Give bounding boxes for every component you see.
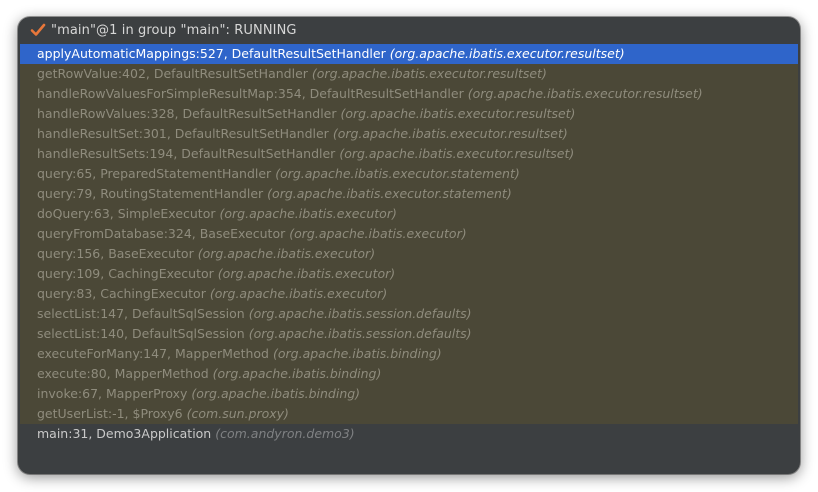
checkmark-icon xyxy=(29,21,47,39)
stack-frame[interactable]: query:79, RoutingStatementHandler (org.ap… xyxy=(20,184,798,204)
frame-method: query:83, CachingExecutor xyxy=(37,286,206,301)
stack-frame[interactable]: query:109, CachingExecutor (org.apache.ib… xyxy=(20,264,798,284)
frame-package: (com.sun.proxy) xyxy=(186,406,289,421)
frame-package: (org.apache.ibatis.executor) xyxy=(197,246,376,261)
stack-frame[interactable]: getRowValue:402, DefaultResultSetHandler… xyxy=(20,64,798,84)
frame-method: handleRowValuesForSimpleResultMap:354, D… xyxy=(37,86,464,101)
stack-frame[interactable]: selectList:140, DefaultSqlSession (org.ap… xyxy=(20,324,798,344)
frame-package: (org.apache.ibatis.executor) xyxy=(219,206,397,221)
frame-method: query:109, CachingExecutor xyxy=(37,266,214,281)
frame-method: invoke:67, MapperProxy xyxy=(37,386,188,401)
frame-package: (org.apache.ibatis.executor.statement) xyxy=(267,186,512,201)
stack-frame-selected[interactable]: applyAutomaticMappings:527, DefaultResul… xyxy=(20,44,798,64)
stack-frame[interactable]: query:156, BaseExecutor (org.apache.ibati… xyxy=(20,244,798,264)
frame-package: (org.apache.ibatis.session.defaults) xyxy=(248,306,472,321)
frame-package: (org.apache.ibatis.binding) xyxy=(273,346,442,361)
frame-method: query:156, BaseExecutor xyxy=(37,246,194,261)
stack-frame[interactable]: handleRowValuesForSimpleResultMap:354, D… xyxy=(20,84,798,104)
stack-frame[interactable]: handleResultSets:194, DefaultResultSetHa… xyxy=(20,144,798,164)
stack-frame[interactable]: executeForMany:147, MapperMethod (org.apa… xyxy=(20,344,798,364)
frame-package: (org.apache.ibatis.executor) xyxy=(209,286,388,301)
stack-frame[interactable]: queryFromDatabase:324, BaseExecutor (org.… xyxy=(20,224,798,244)
frame-method: handleResultSet:301, DefaultResultSetHan… xyxy=(37,126,329,141)
frame-method: main:31, Demo3Application xyxy=(37,426,212,441)
frame-method: applyAutomaticMappings:527, DefaultResul… xyxy=(37,46,386,61)
frame-method: query:79, RoutingStatementHandler xyxy=(37,186,264,201)
frame-method: query:65, PreparedStatementHandler xyxy=(37,166,272,181)
stack-frame[interactable]: query:65, PreparedStatementHandler (org.a… xyxy=(20,164,798,184)
frame-package: (org.apache.ibatis.session.defaults) xyxy=(248,326,472,341)
frame-package: (org.apache.ibatis.executor.resultset) xyxy=(339,146,575,161)
frame-package: (org.apache.ibatis.executor.resultset) xyxy=(467,86,703,101)
stack-frame[interactable]: main:31, Demo3Application (com.andyron.de… xyxy=(20,424,798,444)
stack-frame-list: applyAutomaticMappings:527, DefaultResul… xyxy=(20,44,798,444)
frame-package: (org.apache.ibatis.executor.resultset) xyxy=(311,66,547,81)
frame-method: selectList:147, DefaultSqlSession xyxy=(37,306,245,321)
frame-method: getUserList:-1, $Proxy6 xyxy=(37,406,183,421)
stack-frame[interactable]: getUserList:-1, $Proxy6 (com.sun.proxy) xyxy=(20,404,798,424)
frame-method: doQuery:63, SimpleExecutor xyxy=(37,206,216,221)
frame-method: handleResultSets:194, DefaultResultSetHa… xyxy=(37,146,336,161)
stack-frame[interactable]: handleResultSet:301, DefaultResultSetHan… xyxy=(20,124,798,144)
frames-popup: "main"@1 in group "main": RUNNING applyA… xyxy=(18,17,800,474)
frame-package: (com.andyron.demo3) xyxy=(215,426,355,441)
frame-method: executeForMany:147, MapperMethod xyxy=(37,346,269,361)
stack-frame[interactable]: execute:80, MapperMethod (org.apache.ibat… xyxy=(20,364,798,384)
stack-frame[interactable]: handleRowValues:328, DefaultResultSetHan… xyxy=(20,104,798,124)
thread-header: "main"@1 in group "main": RUNNING xyxy=(18,17,800,43)
thread-title: "main"@1 in group "main": RUNNING xyxy=(51,22,297,38)
frame-method: selectList:140, DefaultSqlSession xyxy=(37,326,245,341)
frame-method: handleRowValues:328, DefaultResultSetHan… xyxy=(37,106,337,121)
frame-package: (org.apache.ibatis.executor) xyxy=(289,226,467,241)
stack-frame[interactable]: selectList:147, DefaultSqlSession (org.ap… xyxy=(20,304,798,324)
frame-method: execute:80, MapperMethod xyxy=(37,366,209,381)
frame-method: queryFromDatabase:324, BaseExecutor xyxy=(37,226,286,241)
frame-package: (org.apache.ibatis.executor) xyxy=(217,266,396,281)
frame-package: (org.apache.ibatis.executor.statement) xyxy=(275,166,520,181)
stack-frame[interactable]: invoke:67, MapperProxy (org.apache.ibatis… xyxy=(20,384,798,404)
frame-package: (org.apache.ibatis.executor.resultset) xyxy=(389,46,625,61)
frame-package: (org.apache.ibatis.binding) xyxy=(212,366,382,381)
frame-package: (org.apache.ibatis.executor.resultset) xyxy=(332,126,568,141)
stack-frame[interactable]: query:83, CachingExecutor (org.apache.iba… xyxy=(20,284,798,304)
stack-frame[interactable]: doQuery:63, SimpleExecutor (org.apache.ib… xyxy=(20,204,798,224)
frame-package: (org.apache.ibatis.binding) xyxy=(191,386,361,401)
frame-package: (org.apache.ibatis.executor.resultset) xyxy=(340,106,576,121)
frame-method: getRowValue:402, DefaultResultSetHandler xyxy=(37,66,308,81)
